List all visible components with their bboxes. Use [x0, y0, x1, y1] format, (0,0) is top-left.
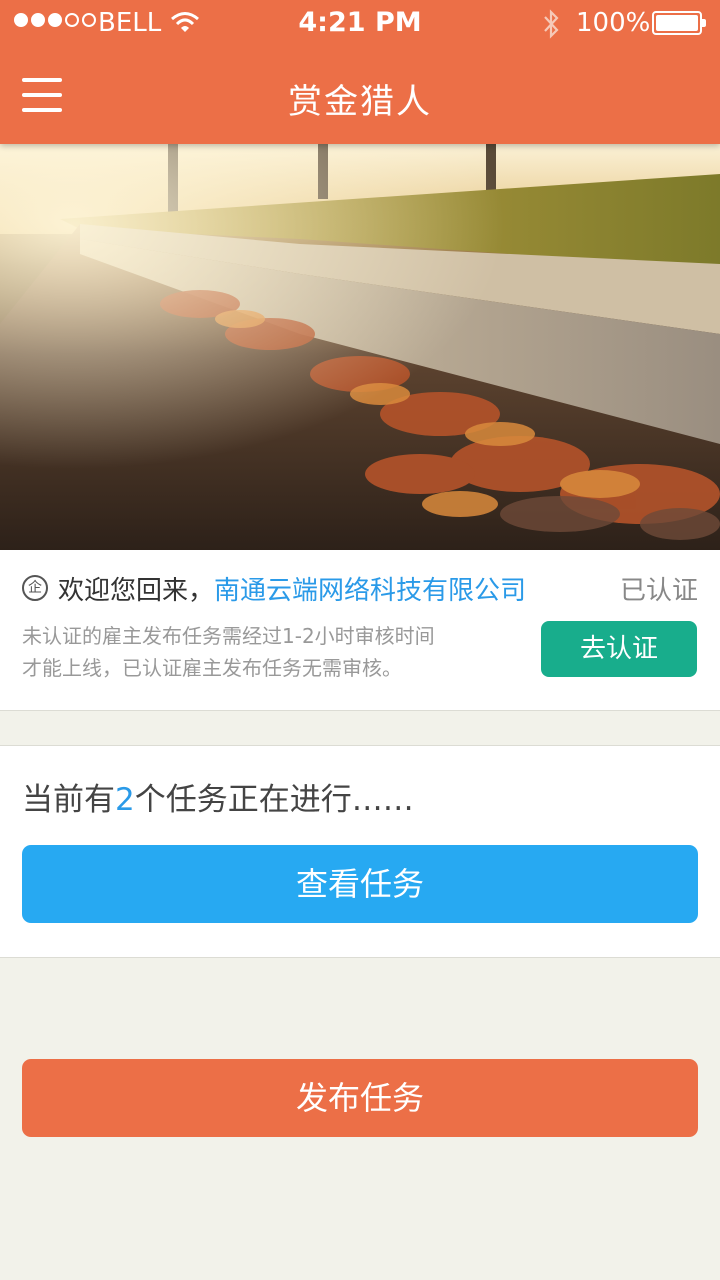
company-icon: 企: [22, 575, 48, 601]
tasks-prefix: 当前有: [22, 782, 115, 818]
verify-button[interactable]: 去认证: [541, 621, 697, 677]
notice-line-2: 才能上线，已认证雇主发布任务无需审核。: [22, 656, 402, 680]
verification-notice: 未认证的雇主发布任务需经过1-2小时审核时间 才能上线，已认证雇主发布任务无需审…: [22, 620, 522, 684]
tasks-suffix: 个任务正在进行……: [134, 782, 414, 818]
notice-line-1: 未认证的雇主发布任务需经过1-2小时审核时间: [22, 624, 435, 648]
bluetooth-icon: [544, 9, 559, 39]
publish-task-button[interactable]: 发布任务: [22, 1059, 698, 1137]
greeting-text: 欢迎您回来，: [58, 576, 215, 606]
company-name-link[interactable]: 南通云端网络科技有限公司: [214, 576, 526, 606]
verification-status: 已认证: [619, 576, 698, 606]
battery-percentage: 100%: [576, 8, 651, 38]
hero-banner-image: [0, 144, 720, 550]
view-tasks-button[interactable]: 查看任务: [22, 845, 698, 923]
tasks-in-progress-text: 当前有2个任务正在进行……: [22, 774, 414, 819]
welcome-message: 欢迎您回来，南通云端网络科技有限公司: [58, 570, 526, 607]
top-bar: BELL 4:21 PM 100% 赏金猎人: [0, 0, 720, 144]
battery-icon: [652, 11, 706, 35]
page-title: 赏金猎人: [288, 82, 432, 122]
autumn-leaves-photo: [0, 144, 720, 550]
task-count: 2: [115, 782, 135, 818]
status-bar: BELL 4:21 PM 100%: [0, 0, 720, 46]
